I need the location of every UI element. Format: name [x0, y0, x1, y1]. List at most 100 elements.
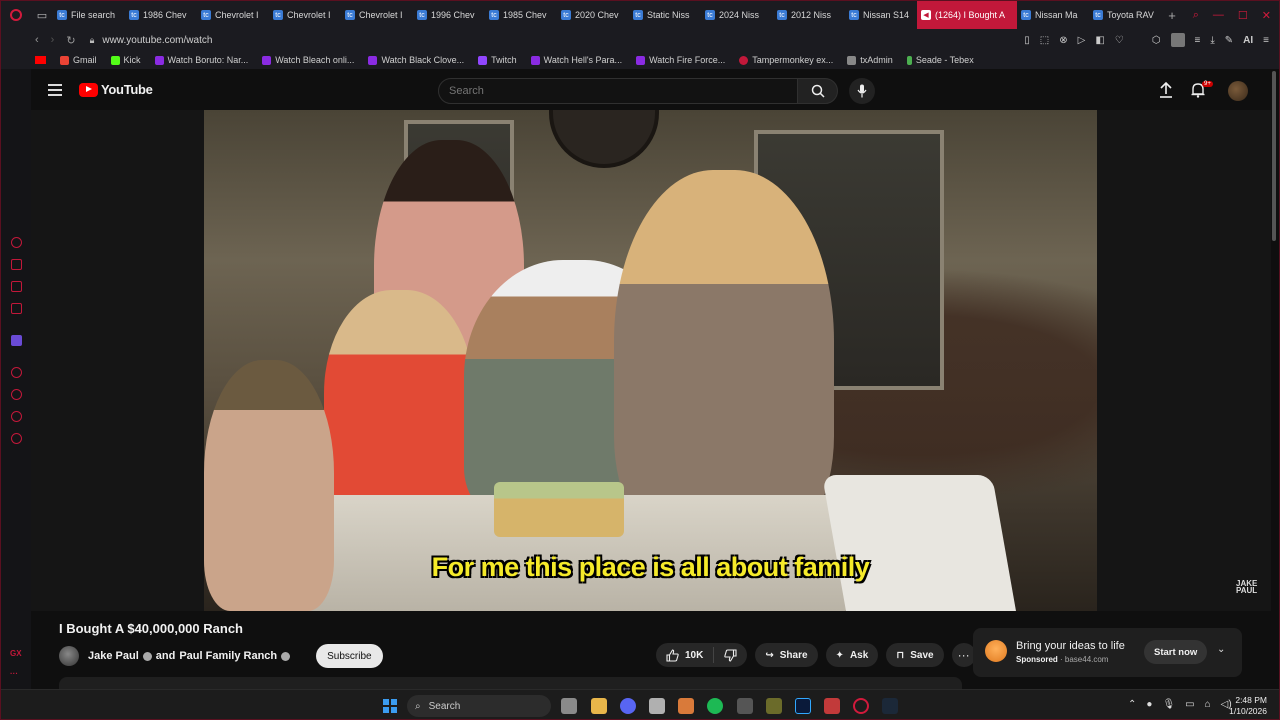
notepad-icon[interactable]	[766, 698, 782, 714]
upload-icon[interactable]	[1159, 81, 1173, 103]
network-icon[interactable]: ⌂	[1205, 699, 1211, 710]
video-player[interactable]: For me this place is all about family JA…	[31, 110, 1271, 611]
aria-icon[interactable]: ✎	[1225, 35, 1233, 46]
bookmark-tampermonkey[interactable]: Tampermonkey ex...	[739, 55, 833, 65]
ai-label[interactable]: AI	[1243, 35, 1253, 46]
url-field[interactable]: www.youtube.com/watch	[102, 35, 212, 46]
tray-app-icon[interactable]: ●	[1146, 699, 1152, 710]
opera-gx-taskbar-icon[interactable]	[853, 698, 869, 714]
back-icon[interactable]: ‹	[35, 34, 39, 47]
browser-tab[interactable]: tc Static Niss	[629, 1, 701, 29]
bookmark-boruto[interactable]: Watch Boruto: Nar...	[154, 55, 248, 65]
gx-label[interactable]: GX	[10, 649, 22, 658]
minimize-icon[interactable]: —	[1213, 9, 1224, 22]
download-icon[interactable]: ⤓	[1210, 35, 1214, 46]
extensions-icon[interactable]: ⬡	[1152, 35, 1161, 46]
wallet-icon[interactable]: ◧	[1095, 35, 1104, 46]
browser-tab[interactable]: tc 2024 Niss	[701, 1, 773, 29]
photoshop-icon[interactable]	[795, 698, 811, 714]
settings-icon[interactable]	[11, 433, 22, 444]
opera-menu-icon[interactable]	[1, 1, 31, 29]
account-avatar[interactable]	[1228, 81, 1248, 101]
bookmark-txadmin[interactable]: txAdmin	[847, 55, 893, 65]
discord-icon[interactable]	[620, 698, 636, 714]
collab-channel-name[interactable]: Paul Family Ranch	[179, 650, 277, 662]
like-button[interactable]: 10K	[656, 643, 713, 667]
share-button[interactable]: ↪ Share	[755, 643, 818, 667]
sidebar-more-icon[interactable]: ···	[10, 669, 18, 678]
browser-tab[interactable]: tc 2020 Chev	[557, 1, 629, 29]
save-button[interactable]: ⊓ Save	[886, 643, 944, 667]
channel-avatar[interactable]	[59, 646, 79, 666]
crypto-wallet-icon[interactable]	[11, 259, 22, 270]
bookmark-fire-force[interactable]: Watch Fire Force...	[636, 55, 725, 65]
tab-search-icon[interactable]: ⌕	[1193, 9, 1199, 22]
bookmark-hells-paradise[interactable]: Watch Hell's Para...	[530, 55, 622, 65]
menu-icon[interactable]: ≡	[1195, 35, 1201, 46]
vpn-icon[interactable]: ⊗	[1059, 35, 1067, 46]
bookmark-gmail[interactable]: Gmail	[60, 55, 97, 65]
profile-icon[interactable]	[1170, 33, 1185, 47]
tab-audio-icon[interactable]: ◀	[921, 10, 931, 20]
channel-watermark[interactable]: JAKE PAUL	[1236, 580, 1271, 595]
browser-tab-active[interactable]: ◀ (1264) I Bought A	[917, 1, 1017, 29]
dislike-button[interactable]	[714, 643, 747, 667]
browser-tab[interactable]: tc Chevrolet I	[269, 1, 341, 29]
youtube-bookmark-icon[interactable]	[35, 56, 46, 64]
taskbar-search[interactable]: ⌕ Search	[407, 695, 551, 717]
browser-tab[interactable]: tc Chevrolet I	[341, 1, 413, 29]
history-icon[interactable]	[11, 389, 22, 400]
app-icon[interactable]	[824, 698, 840, 714]
reload-icon[interactable]: ↻	[66, 34, 75, 47]
app-icon[interactable]	[737, 698, 753, 714]
new-tab-button[interactable]: +	[1161, 8, 1183, 23]
heart-icon[interactable]: ♡	[1115, 35, 1124, 46]
file-explorer-icon[interactable]	[591, 698, 607, 714]
task-view-icon[interactable]	[561, 698, 577, 714]
search-button[interactable]	[797, 78, 838, 104]
microphone-tray-icon[interactable]: 🎙︎	[1162, 699, 1175, 710]
steam-icon[interactable]	[882, 698, 898, 714]
app-icon[interactable]	[678, 698, 694, 714]
windows-start-icon[interactable]	[383, 699, 397, 713]
aria-sidebar-icon[interactable]	[11, 237, 22, 248]
page-scrollbar[interactable]	[1272, 71, 1276, 241]
tab-overview-icon[interactable]: ▭	[31, 1, 53, 29]
browser-tab[interactable]: tc 1996 Chev	[413, 1, 485, 29]
bookmark-bleach[interactable]: Watch Bleach onli...	[262, 55, 354, 65]
bookmark-twitch[interactable]: Twitch	[478, 55, 517, 65]
youtube-logo[interactable]: YouTube	[79, 82, 153, 97]
ask-button[interactable]: ✦ Ask	[825, 643, 879, 667]
app-icon[interactable]	[649, 698, 665, 714]
sponsored-ad-card[interactable]: Bring your ideas to life Sponsored · bas…	[973, 628, 1242, 677]
search-input[interactable]	[439, 79, 779, 103]
messenger-icon[interactable]	[11, 303, 22, 314]
snapshot-icon[interactable]: ⬚	[1040, 35, 1049, 46]
forward-icon[interactable]: ›	[51, 34, 55, 47]
bookmark-icon[interactable]: ▯	[1024, 35, 1030, 46]
browser-tab[interactable]: tc 2012 Niss	[773, 1, 845, 29]
browser-tab[interactable]: tc Chevrolet I	[197, 1, 269, 29]
browser-tab[interactable]: tc 1985 Chev	[485, 1, 557, 29]
display-icon[interactable]: ▭	[1185, 699, 1194, 710]
browser-tab[interactable]: tc File search	[53, 1, 125, 29]
browser-tab[interactable]: tc Nissan S14	[845, 1, 917, 29]
system-clock[interactable]: 2:48 PM 1/10/2026	[1227, 695, 1267, 717]
close-icon[interactable]: ✕	[1262, 9, 1271, 22]
spotify-icon[interactable]	[707, 698, 723, 714]
player-icon[interactable]: ▷	[1078, 35, 1086, 46]
video-frame[interactable]: For me this place is all about family	[204, 110, 1097, 611]
ad-cta-button[interactable]: Start now	[1144, 640, 1208, 664]
browser-tab[interactable]: tc Nissan Ma	[1017, 1, 1089, 29]
twitch-sidebar-icon[interactable]	[11, 335, 22, 346]
description-box[interactable]	[59, 677, 962, 689]
voice-search-button[interactable]	[849, 78, 875, 104]
guide-menu-icon[interactable]	[48, 84, 62, 96]
tray-chevron-icon[interactable]: ⌃	[1128, 699, 1136, 710]
lock-icon[interactable]: 🔒︎	[90, 35, 95, 46]
easy-setup-icon[interactable]: ≡	[1263, 35, 1269, 46]
channel-name[interactable]: Jake Paul	[88, 650, 139, 662]
chevron-down-icon[interactable]: ⌄	[1217, 644, 1225, 655]
bookmark-kick[interactable]: Kick	[110, 55, 141, 65]
subscribe-button[interactable]: Subscribe	[316, 644, 383, 668]
